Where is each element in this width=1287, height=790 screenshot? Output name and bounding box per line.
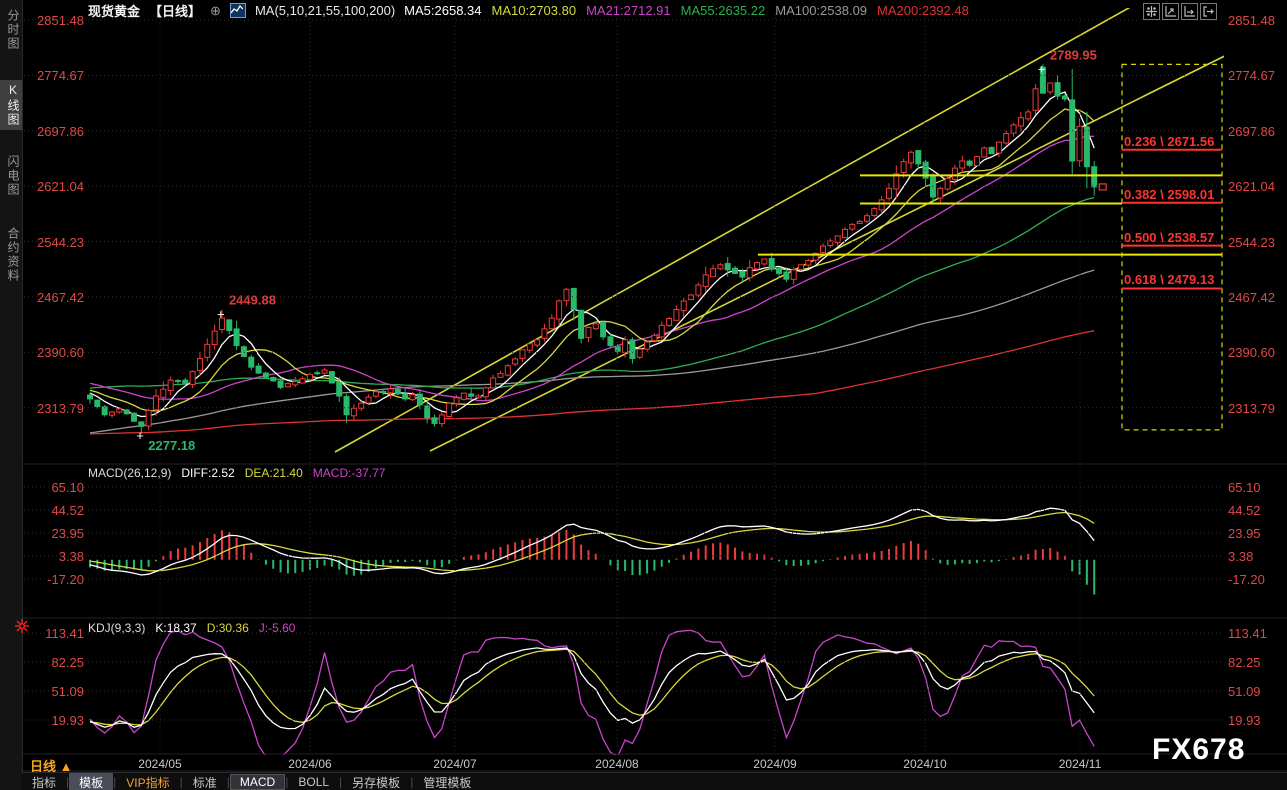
toolbar-item-1[interactable]: 指标 [22,773,66,790]
axis-tick: 2390.60 [1228,345,1275,360]
axis-tick: 2621.04 [26,179,84,194]
candlestick-chart[interactable]: +2449.88 +2277.18 +2789.95 [0,0,1287,790]
indicator-toolbar: 指标|模板|VIP指标|标准|MACD|BOLL|另存模板|管理模板 [22,772,1287,790]
mini-chart-icon[interactable] [230,3,246,18]
axis-tick: 2851.48 [1228,13,1275,28]
expand-icon[interactable]: ⊕ [210,3,221,19]
ma-settings-label: MA(5,10,21,55,100,200) [255,3,395,18]
axis-tick: 44.52 [26,503,84,518]
sidebar-item-1[interactable]: 分时图 [0,6,22,54]
axis-tick: 65.10 [1228,480,1261,495]
axis-tick: 23.95 [1228,526,1261,541]
macd-panel-header: MACD(26,12,9) DIFF:2.52 DEA:21.40 MACD:-… [88,466,385,480]
macd-diff-value: DIFF:2.52 [181,466,234,480]
export-chart-icon[interactable] [1200,3,1217,20]
axis-tick: 51.09 [26,684,84,699]
watermark: FX678 [1152,733,1245,767]
axis-tick: 2467.42 [26,290,84,305]
toolbar-item-3[interactable]: VIP指标 [116,773,179,790]
x-axis-scale-icon[interactable] [1181,3,1198,20]
kdj-d-value: D:30.36 [207,621,249,635]
ma-value-6: MA200:2392.48 [877,3,969,18]
extreme-marker-icon: + [217,307,225,322]
x-axis-label: 2024/08 [595,757,638,771]
extreme-marker-icon: + [136,428,144,443]
sidebar-item-2[interactable]: K线图 [0,80,22,130]
sidebar-item-4[interactable]: 合约资料 [0,224,22,286]
axis-tick: 2774.67 [1228,68,1275,83]
axis-tick: -17.20 [1228,572,1265,587]
axis-tick: 2390.60 [26,345,84,360]
kdj-k-value: K:18.37 [155,621,196,635]
price-annotation: 2789.95 [1050,47,1097,62]
y-axis-scale-icon[interactable] [1162,3,1179,20]
axis-tick: 2313.79 [1228,401,1275,416]
legend-bar: 现货黄金 【日线】 ⊕ MA(5,10,21,55,100,200) MA5:2… [88,2,969,19]
chart-application: +2449.88 +2277.18 +2789.95 分时图 K线图闪电图合约资料 现… [0,0,1287,790]
chart-toolbar-icons [1143,3,1217,20]
axis-tick: 2544.23 [26,235,84,250]
x-axis-label: 2024/05 [138,757,181,771]
kdj-title: KDJ(9,3,3) [88,621,145,635]
ma-value-2: MA10:2703.80 [492,3,577,18]
axis-tick: 3.38 [26,549,84,564]
ma-value-4: MA55:2635.22 [681,3,766,18]
macd-title: MACD(26,12,9) [88,466,171,480]
axis-tick: 3.38 [1228,549,1253,564]
x-axis-label: 2024/06 [288,757,331,771]
axis-tick: 2774.67 [26,68,84,83]
axis-tick: 82.25 [26,655,84,670]
axis-tick: 44.52 [1228,503,1261,518]
toolbar-item-7[interactable]: 另存模板 [342,773,410,790]
x-axis-label: 2024/10 [903,757,946,771]
sidebar-item-3[interactable]: 闪电图 [0,152,22,200]
fib-level-label: 0.500 \ 2538.57 [1124,230,1214,245]
axis-tick: 2851.48 [26,13,84,28]
axis-tick: 2697.86 [1228,124,1275,139]
macd-value: MACD:-37.77 [313,466,386,480]
symbol-name: 现货黄金 [88,1,140,20]
axis-tick: 2621.04 [1228,179,1275,194]
ma-value-1: MA5:2658.34 [404,3,481,18]
toolbar-item-4[interactable]: 标准 [183,773,227,790]
fib-level-label: 0.236 \ 2671.56 [1124,134,1214,149]
fib-level-label: 0.618 \ 2479.13 [1124,272,1214,287]
toolbar-item-8[interactable]: 管理模板 [413,773,481,790]
ma-values: MA5:2658.34 MA10:2703.80 MA21:2712.91 MA55:… [404,3,969,18]
macd-dea-value: DEA:21.40 [245,466,303,480]
ma-value-3: MA21:2712.91 [586,3,671,18]
period-tag: 【日线】 [149,1,201,20]
axis-tick: 23.95 [26,526,84,541]
axis-tick: 19.93 [1228,713,1261,728]
move-crosshair-icon[interactable] [1143,3,1160,20]
fib-level-label: 0.382 \ 2598.01 [1124,187,1214,202]
axis-tick: 51.09 [1228,684,1261,699]
axis-tick: 2313.79 [26,401,84,416]
axis-tick: 65.10 [26,480,84,495]
toolbar-item-6[interactable]: BOLL [288,774,339,790]
x-axis-label: 2024/11 [1059,757,1102,771]
axis-tick: 19.93 [26,713,84,728]
toolbar-item-5[interactable]: MACD [230,774,285,790]
extreme-marker-icon: + [1038,61,1046,76]
x-axis-label: 2024/07 [433,757,476,771]
axis-tick: 113.41 [1228,626,1267,641]
axis-tick: -17.20 [26,572,84,587]
axis-tick: 2467.42 [1228,290,1275,305]
axis-tick: 82.25 [1228,655,1261,670]
ma-value-5: MA100:2538.09 [775,3,867,18]
axis-tick: 113.41 [26,626,84,641]
axis-tick: 2544.23 [1228,235,1275,250]
kdj-panel-header: KDJ(9,3,3) K:18.37 D:30.36 J:-5.60 [88,621,295,635]
toolbar-item-2[interactable]: 模板 [69,773,113,790]
x-axis-label: 2024/09 [753,757,796,771]
chart-type-sidebar: 分时图 K线图闪电图合约资料 [0,0,23,790]
axis-tick: 2697.86 [26,124,84,139]
price-annotation: 2449.88 [229,293,276,308]
kdj-j-value: J:-5.60 [259,621,296,635]
price-annotation: 2277.18 [148,438,195,453]
